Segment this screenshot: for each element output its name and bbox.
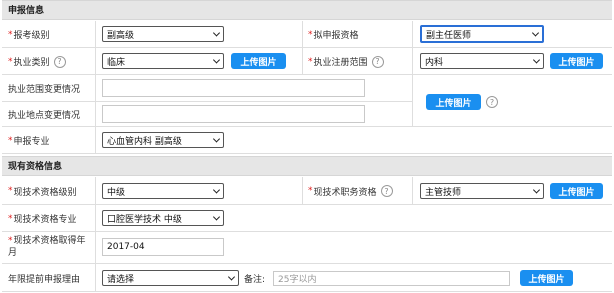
chevron-down-icon — [212, 213, 221, 221]
row-scope-change: 执业范围变更情况 执业地点变更情况 上传图片 ? — [2, 75, 612, 127]
chevron-down-icon — [212, 186, 221, 194]
early-reason-label: 年限提前申报理由 — [8, 274, 81, 285]
help-icon[interactable]: ? — [371, 55, 384, 68]
row-exam-level: * 报考级别 副高级 * 拟申报资格 副主任医师 — [2, 21, 612, 48]
apply-major-select[interactable]: 心血管内科 副高级 — [102, 132, 224, 148]
upload-button-practice-type[interactable]: 上传图片 — [231, 53, 286, 69]
scope-change-input[interactable] — [102, 79, 365, 97]
tech-year-input[interactable]: 2017-04 — [102, 238, 224, 256]
tech-major-label: * 现技术资格专业 — [8, 213, 77, 226]
upload-button-early-reason[interactable]: 上传图片 — [520, 270, 573, 286]
scope-change-label: 执业范围变更情况 — [8, 84, 81, 95]
help-icon[interactable]: ? — [53, 55, 66, 68]
chevron-down-icon — [212, 56, 221, 64]
upload-button-practice-scope[interactable]: 上传图片 — [550, 53, 603, 69]
help-icon[interactable]: ? — [380, 185, 393, 197]
apply-qual-select[interactable]: 副主任医师 — [420, 25, 544, 43]
practice-scope-label: * 执业注册范围? — [308, 48, 384, 75]
row-tech-level: * 现技术资格级别 中级 * 现技术职务资格? 主管技师 上传图片 — [2, 177, 612, 205]
tech-post-select[interactable]: 主管技师 — [420, 183, 544, 199]
section-apply-info: 申报信息 — [2, 0, 612, 20]
exam-level-select[interactable]: 副高级 — [102, 26, 224, 42]
practice-type-select[interactable]: 临床 — [102, 53, 224, 69]
exam-level-label: * 报考级别 — [8, 29, 50, 42]
section-current-qual: 现有资格信息 — [2, 156, 612, 176]
row-tech-year: *现技术资格取得年 月 2017-04 — [2, 232, 612, 264]
practice-type-label: * 执业类别? — [8, 48, 66, 75]
practice-scope-select[interactable]: 内科 — [420, 53, 544, 69]
tech-major-select[interactable]: 口腔医学技术 中级 — [102, 210, 224, 226]
location-change-input[interactable] — [102, 105, 365, 123]
chevron-down-icon — [227, 273, 236, 281]
apply-qual-label: * 拟申报资格 — [308, 29, 359, 42]
row-tech-major: * 现技术资格专业 口腔医学技术 中级 — [2, 205, 612, 232]
chevron-down-icon — [532, 56, 541, 64]
apply-major-label: * 申报专业 — [8, 135, 50, 148]
upload-button-tech-post[interactable]: 上传图片 — [550, 183, 603, 199]
help-icon[interactable]: ? — [486, 96, 498, 108]
chevron-down-icon — [531, 29, 540, 37]
remark-input[interactable]: 25字以内 — [273, 271, 510, 286]
early-reason-select[interactable]: 请选择 — [102, 270, 239, 286]
remark-label: 备注: — [244, 274, 266, 285]
tech-year-label: *现技术资格取得年 月 — [8, 236, 86, 258]
row-apply-major: * 申报专业 心血管内科 副高级 — [2, 127, 612, 154]
chevron-down-icon — [212, 135, 221, 143]
row-early-reason: 年限提前申报理由 请选择 备注: 25字以内 上传图片 — [2, 264, 612, 292]
upload-button-change[interactable]: 上传图片 — [426, 94, 481, 110]
tech-level-select[interactable]: 中级 — [102, 183, 224, 199]
chevron-down-icon — [212, 29, 221, 37]
chevron-down-icon — [532, 186, 541, 194]
tech-level-label: * 现技术资格级别 — [8, 186, 77, 198]
location-change-label: 执业地点变更情况 — [8, 111, 81, 121]
row-practice-type: * 执业类别? 临床 上传图片 * 执业注册范围? 内科 上传图片 — [2, 48, 612, 75]
tech-post-label: * 现技术职务资格? — [308, 177, 393, 205]
